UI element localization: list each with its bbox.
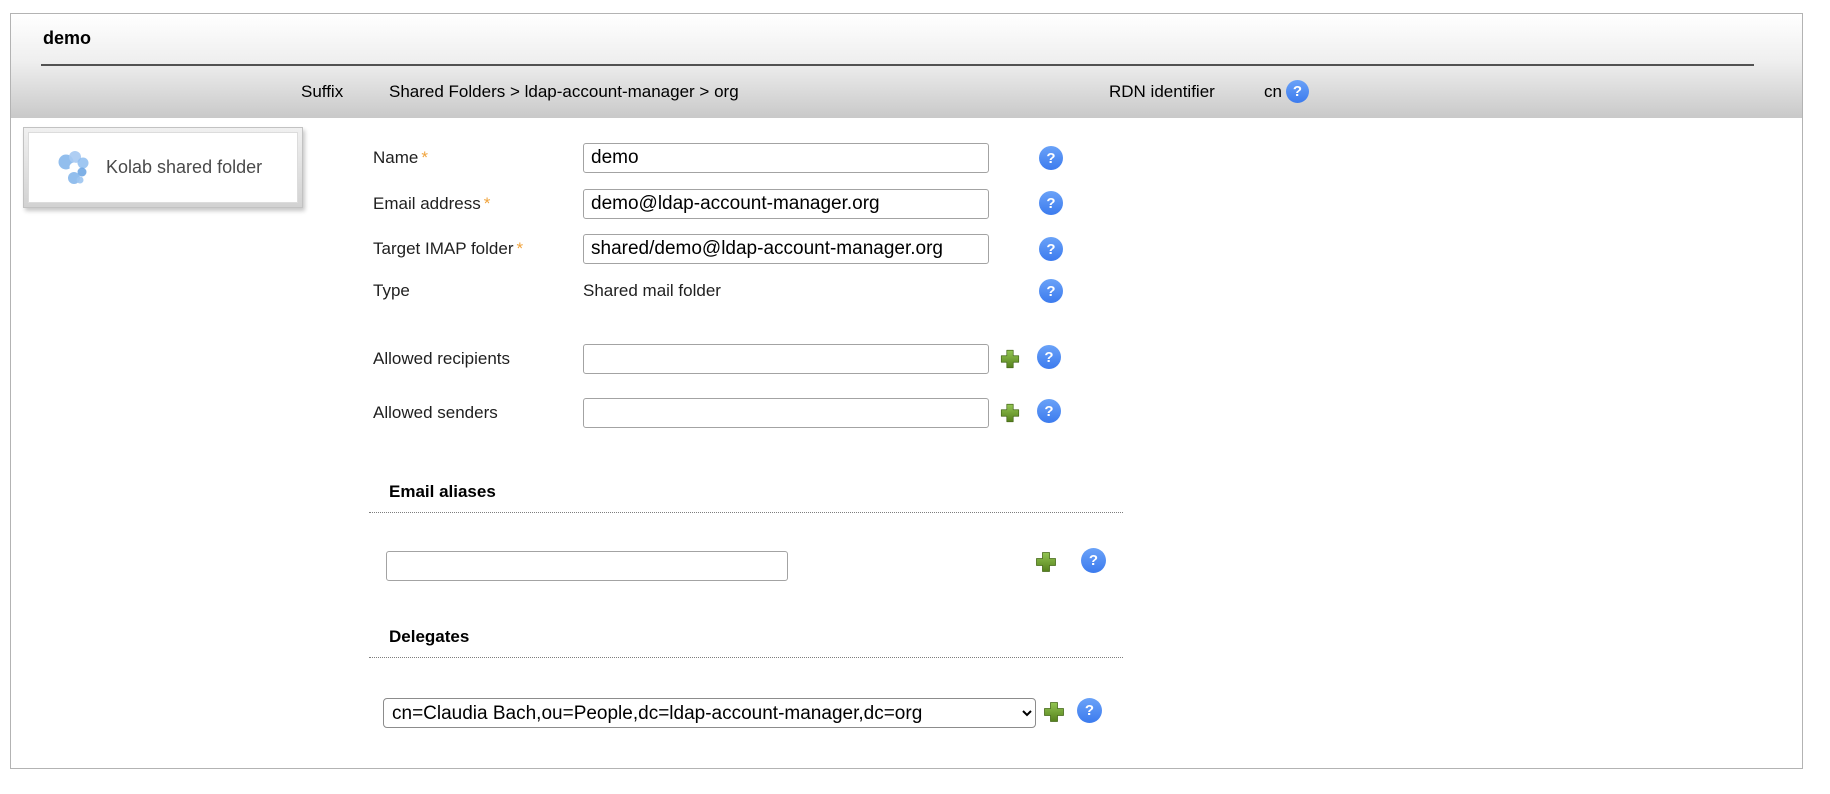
plus-icon bbox=[999, 348, 1021, 370]
suffix-label: Suffix bbox=[301, 66, 343, 118]
target-imap-folder-label-text: Target IMAP folder bbox=[373, 239, 513, 258]
email-aliases-help-icon[interactable]: ? bbox=[1081, 548, 1106, 573]
required-marker: * bbox=[421, 148, 428, 167]
type-help-icon[interactable]: ? bbox=[1039, 279, 1063, 303]
breadcrumb[interactable]: Shared Folders > ldap-account-manager > … bbox=[389, 66, 739, 118]
type-value: Shared mail folder bbox=[583, 276, 721, 306]
delegates-help-icon[interactable]: ? bbox=[1077, 698, 1102, 723]
name-help-icon[interactable]: ? bbox=[1039, 146, 1063, 170]
rdn-identifier-value: cn bbox=[1264, 66, 1282, 118]
page-title: demo bbox=[43, 28, 91, 49]
target-imap-folder-help-icon[interactable]: ? bbox=[1039, 237, 1063, 261]
required-marker: * bbox=[484, 194, 491, 213]
allowed-senders-add-button[interactable] bbox=[999, 402, 1021, 424]
allowed-recipients-label: Allowed recipients bbox=[373, 344, 510, 374]
target-imap-folder-input[interactable] bbox=[583, 234, 989, 264]
email-address-label: Email address* bbox=[373, 189, 490, 219]
type-label: Type bbox=[373, 276, 410, 306]
page: demo Suffix Shared Folders > ldap-accoun… bbox=[0, 0, 1830, 794]
email-address-help-icon[interactable]: ? bbox=[1039, 191, 1063, 215]
email-address-input[interactable] bbox=[583, 189, 989, 219]
email-alias-add-button[interactable] bbox=[1034, 550, 1058, 574]
allowed-recipients-add-button[interactable] bbox=[999, 348, 1021, 370]
email-alias-input[interactable] bbox=[386, 551, 788, 581]
page-header: demo Suffix Shared Folders > ldap-accoun… bbox=[11, 14, 1802, 118]
allowed-senders-label: Allowed senders bbox=[373, 398, 498, 428]
name-label-text: Name bbox=[373, 148, 418, 167]
allowed-recipients-help-icon[interactable]: ? bbox=[1037, 345, 1061, 369]
tab-label: Kolab shared folder bbox=[106, 157, 262, 178]
plus-icon bbox=[999, 402, 1021, 424]
account-edit-panel: demo Suffix Shared Folders > ldap-accoun… bbox=[10, 13, 1803, 769]
tab-kolab-shared-folder[interactable]: Kolab shared folder bbox=[23, 127, 303, 208]
plus-icon bbox=[1034, 550, 1058, 574]
rdn-identifier-label: RDN identifier bbox=[1109, 66, 1215, 118]
suffix-bar: Suffix Shared Folders > ldap-account-man… bbox=[11, 66, 1802, 118]
tab-inner: Kolab shared folder bbox=[28, 132, 298, 203]
delegates-section-heading: Delegates bbox=[369, 627, 1123, 658]
email-address-label-text: Email address bbox=[373, 194, 481, 213]
plus-icon bbox=[1042, 700, 1066, 724]
name-input[interactable] bbox=[583, 143, 989, 173]
delegates-select[interactable]: cn=Claudia Bach,ou=People,dc=ldap-accoun… bbox=[383, 698, 1036, 728]
allowed-senders-help-icon[interactable]: ? bbox=[1037, 399, 1061, 423]
allowed-senders-input[interactable] bbox=[583, 398, 989, 428]
name-label: Name* bbox=[373, 143, 428, 173]
rdn-help-icon[interactable]: ? bbox=[1286, 80, 1309, 103]
delegates-add-button[interactable] bbox=[1042, 700, 1066, 724]
required-marker: * bbox=[516, 239, 523, 258]
allowed-recipients-input[interactable] bbox=[583, 344, 989, 374]
target-imap-folder-label: Target IMAP folder* bbox=[373, 234, 523, 264]
email-aliases-section-heading: Email aliases bbox=[369, 482, 1123, 513]
kolab-icon bbox=[53, 148, 93, 188]
